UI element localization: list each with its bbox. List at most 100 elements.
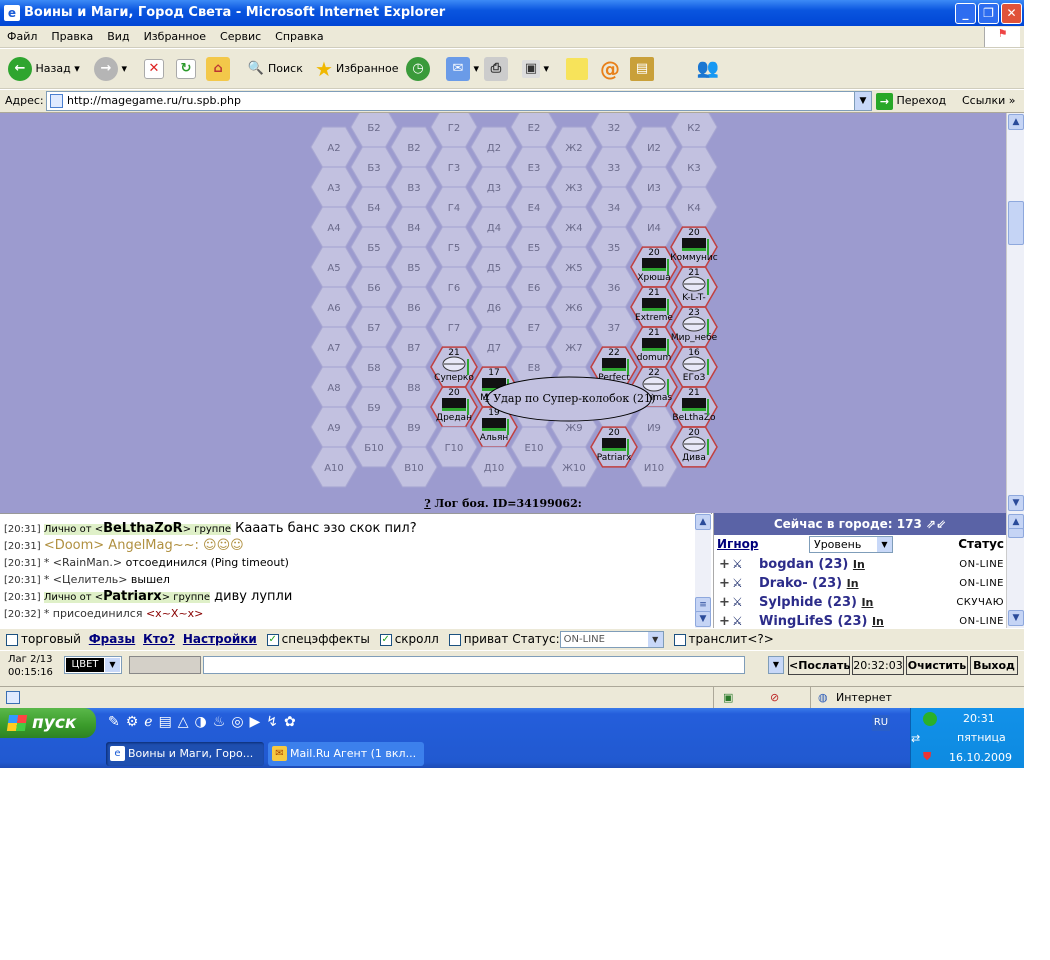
- agent-tray-icon[interactable]: [923, 712, 937, 726]
- scroll-down-button[interactable]: ▼: [1008, 495, 1024, 511]
- online-scrollbar[interactable]: ▲ ▼: [1006, 513, 1024, 628]
- online-user-row[interactable]: + ⚔ bogdan (23) In ON-LINE: [714, 555, 1006, 574]
- address-dropdown[interactable]: ▼: [854, 92, 871, 110]
- clear-button[interactable]: Очистить: [906, 656, 968, 675]
- hex-label: К3: [687, 163, 700, 174]
- go-button[interactable]: → Переход: [876, 92, 946, 110]
- chat-nick[interactable]: BeLthaZoR: [103, 521, 183, 536]
- chat-scroll-up[interactable]: ▲: [695, 514, 711, 530]
- online-user-row[interactable]: + ⚔ Sylphide (23) In СКУЧАЮ: [714, 593, 1006, 612]
- print-button[interactable]: ⎙: [484, 56, 508, 82]
- menu-tools[interactable]: Сервис: [213, 26, 268, 48]
- research-button[interactable]: ▤: [630, 56, 654, 82]
- private-tag: Лично от <Patriarx> группе: [43, 589, 210, 604]
- mailru-button[interactable]: @: [598, 56, 622, 82]
- hex-label: Ж6: [565, 303, 582, 314]
- chat-nick[interactable]: * присоединился: [44, 607, 146, 620]
- user-info-link[interactable]: In: [853, 558, 865, 571]
- messenger-button[interactable]: 👥: [696, 56, 720, 82]
- user-info-link[interactable]: In: [872, 615, 884, 628]
- forward-button[interactable]: → ▾: [94, 56, 127, 82]
- favorites-button[interactable]: ★ Избранное: [312, 56, 398, 82]
- online-user-row[interactable]: + ⚔ WingLifeS (23) In ON-LINE: [714, 612, 1006, 628]
- ignore-link[interactable]: Игнор: [717, 537, 758, 551]
- minimize-button[interactable]: _: [955, 3, 976, 24]
- translit-checkbox[interactable]: [673, 633, 686, 646]
- chat-scroll-down[interactable]: ▼: [695, 611, 711, 627]
- online-user-row[interactable]: + ⚔ Drako- (23) In ON-LINE: [714, 574, 1006, 593]
- message-input[interactable]: [203, 656, 745, 674]
- add-user-icon[interactable]: +: [719, 612, 730, 628]
- page-scrollbar[interactable]: ▲ ▼: [1006, 113, 1024, 513]
- messenger-icon: 👥: [696, 58, 720, 79]
- chat-nick[interactable]: * <Целитель>: [44, 573, 131, 586]
- translit-help[interactable]: <?>: [747, 632, 773, 646]
- menu-help[interactable]: Справка: [268, 26, 330, 48]
- quick-launch[interactable]: ✎⚙ℯ▤△◑♨◎▶↯✿: [108, 714, 302, 730]
- language-indicator[interactable]: RU: [872, 715, 890, 731]
- effects-checkbox[interactable]: ✓: [266, 633, 279, 646]
- status-select[interactable]: ON-LINE ▼: [559, 631, 664, 648]
- private-label: приват: [463, 632, 509, 646]
- online-user-name[interactable]: bogdan (23) In: [759, 555, 865, 574]
- scroll-up-button[interactable]: ▲: [1008, 114, 1024, 130]
- online-count: Сейчас в городе: 173: [773, 517, 922, 531]
- trade-checkbox[interactable]: [6, 633, 18, 646]
- menu-edit[interactable]: Правка: [44, 26, 100, 48]
- chat-scrollbar[interactable]: ▲ ≡ ▼: [695, 513, 711, 628]
- close-button[interactable]: ✕: [1001, 3, 1022, 24]
- color-preview: [129, 656, 201, 674]
- hex-label: Д2: [487, 143, 501, 154]
- sort-select[interactable]: Уровень ▼: [809, 536, 893, 553]
- online-user-name[interactable]: WingLifeS (23) In: [759, 612, 884, 628]
- menu-view[interactable]: Вид: [100, 26, 136, 48]
- menu-file[interactable]: Файл: [0, 26, 44, 48]
- who-link[interactable]: Кто?: [143, 632, 175, 646]
- user-info-link[interactable]: In: [861, 596, 873, 609]
- message-history-dropdown[interactable]: ▼: [768, 656, 784, 674]
- stop-button[interactable]: ✕: [144, 56, 164, 82]
- back-button[interactable]: ← Назад ▾: [8, 56, 80, 82]
- history-button[interactable]: ◷: [406, 56, 430, 82]
- maximize-button[interactable]: ❐: [978, 3, 999, 24]
- add-user-icon[interactable]: +: [719, 593, 730, 612]
- add-user-icon[interactable]: +: [719, 555, 730, 574]
- menu-bar: Файл Правка Вид Избранное Сервис Справка…: [0, 26, 1024, 48]
- task-mailru-agent[interactable]: ✉ Mail.Ru Агент (1 вкл...: [268, 742, 424, 766]
- popout-icon[interactable]: ⇗⇙: [926, 517, 946, 531]
- hex-label: К4: [687, 203, 700, 214]
- battle-log-title: ? Лог боя. ID=34199062:: [0, 497, 1006, 513]
- settings-link[interactable]: Настройки: [183, 632, 257, 646]
- ie-status-bar: ▣ ⊘ ◍ Интернет: [0, 686, 1024, 709]
- edit-button[interactable]: ▣ ▾: [522, 56, 549, 82]
- color-select[interactable]: ЦВЕТ ▼: [64, 656, 122, 674]
- start-button[interactable]: пуск: [0, 708, 96, 738]
- online-user-name[interactable]: Sylphide (23) In: [759, 593, 873, 612]
- mail-button[interactable]: ✉ ▾: [446, 56, 479, 82]
- search-button[interactable]: 🔍 Поиск: [244, 56, 303, 82]
- online-scroll-thumb[interactable]: [1008, 528, 1024, 538]
- log-help-link[interactable]: ?: [424, 497, 430, 510]
- chat-nick[interactable]: Patriarx: [103, 589, 162, 604]
- exit-button[interactable]: Выход: [970, 656, 1018, 675]
- chat-nick[interactable]: <Doom> AngelMag~~:: [44, 538, 203, 553]
- network-icon[interactable]: ⇄: [911, 732, 920, 745]
- add-user-icon[interactable]: +: [719, 574, 730, 593]
- send-button[interactable]: <Послать: [788, 656, 850, 675]
- scroll-thumb[interactable]: [1008, 201, 1024, 245]
- online-scroll-down[interactable]: ▼: [1008, 610, 1024, 626]
- antivirus-icon[interactable]: ⛊: [923, 750, 931, 764]
- user-info-link[interactable]: In: [847, 577, 859, 590]
- notes-button[interactable]: [566, 56, 588, 82]
- chat-nick[interactable]: * <RainMan.>: [44, 556, 126, 569]
- phrases-link[interactable]: Фразы: [89, 632, 135, 646]
- menu-favorites[interactable]: Избранное: [137, 26, 213, 48]
- home-button[interactable]: ⌂: [206, 56, 230, 82]
- online-user-name[interactable]: Drako- (23) In: [759, 574, 859, 593]
- private-checkbox[interactable]: [448, 633, 461, 646]
- links-button[interactable]: Ссылки »: [962, 94, 1015, 107]
- address-input[interactable]: http://magegame.ru/ru.spb.php ▼: [46, 91, 872, 111]
- refresh-button[interactable]: ↻: [176, 56, 196, 82]
- task-game-window[interactable]: e Воины и Маги, Горо...: [106, 742, 264, 766]
- scroll-checkbox[interactable]: ✓: [379, 633, 392, 646]
